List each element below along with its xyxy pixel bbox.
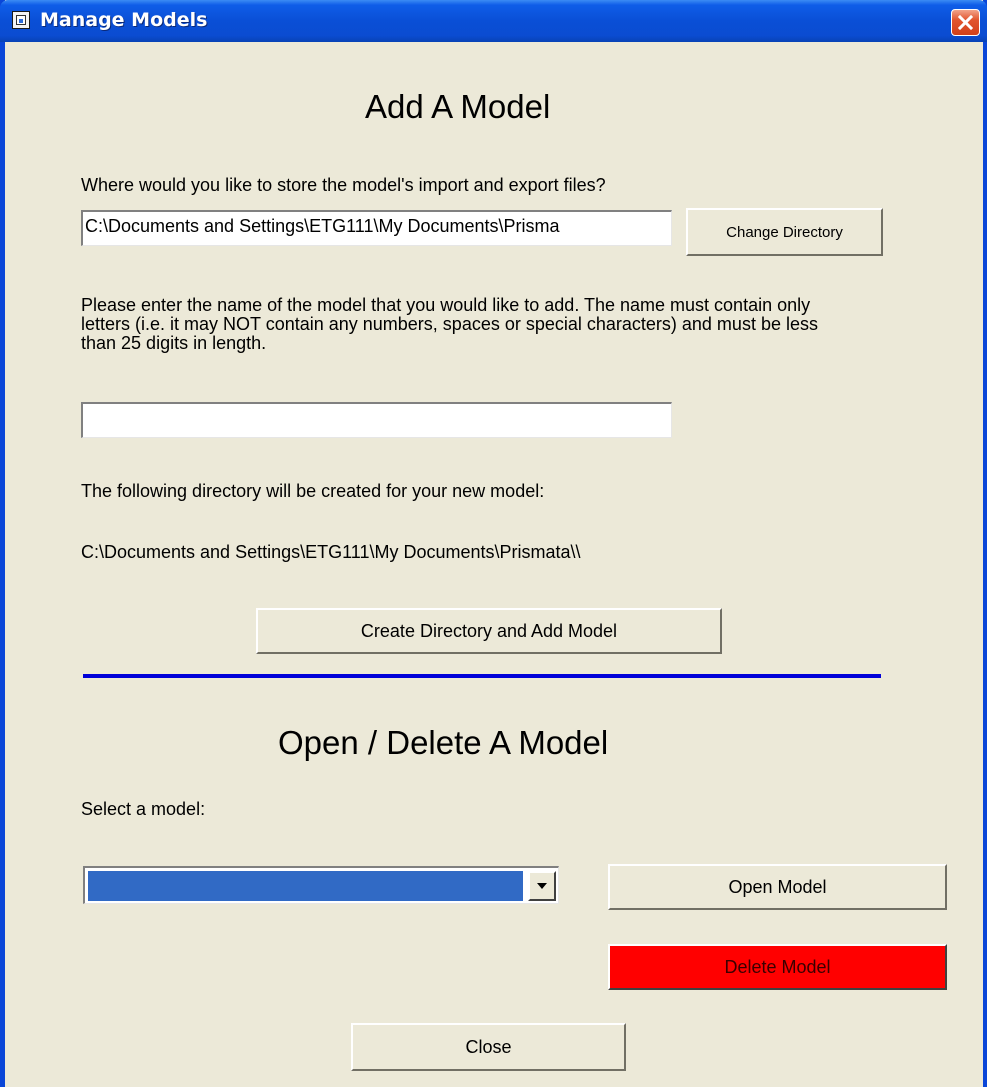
model-select-dropdown[interactable] — [83, 866, 559, 904]
store-files-prompt: Where would you like to store the model'… — [81, 175, 606, 195]
add-model-heading: Add A Model — [365, 88, 551, 125]
open-model-button[interactable]: Open Model — [608, 864, 947, 910]
window-close-button[interactable] — [951, 9, 980, 36]
model-name-input[interactable] — [81, 402, 672, 438]
directory-input[interactable]: C:\Documents and Settings\ETG111\My Docu… — [81, 210, 672, 246]
title-bar[interactable]: Manage Models — [0, 0, 987, 42]
created-directory-prompt: The following directory will be created … — [81, 481, 545, 501]
manage-models-window: Manage Models Add A Model Where would yo… — [0, 0, 987, 1087]
close-button[interactable]: Close — [351, 1023, 626, 1071]
model-name-instructions: Please enter the name of the model that … — [81, 295, 818, 353]
delete-model-button[interactable]: Delete Model — [608, 944, 947, 990]
close-icon — [958, 15, 973, 30]
model-select-value — [88, 871, 523, 901]
dropdown-button[interactable] — [528, 871, 556, 901]
select-model-label: Select a model: — [81, 799, 206, 819]
open-delete-model-heading: Open / Delete A Model — [278, 724, 609, 761]
section-divider — [83, 674, 881, 678]
chevron-down-icon — [537, 883, 547, 889]
window-title: Manage Models — [40, 9, 208, 31]
app-window-icon — [12, 11, 30, 29]
created-directory-path: C:\Documents and Settings\ETG111\My Docu… — [81, 542, 581, 562]
create-directory-add-model-button[interactable]: Create Directory and Add Model — [256, 608, 722, 654]
change-directory-button[interactable]: Change Directory — [686, 208, 883, 256]
